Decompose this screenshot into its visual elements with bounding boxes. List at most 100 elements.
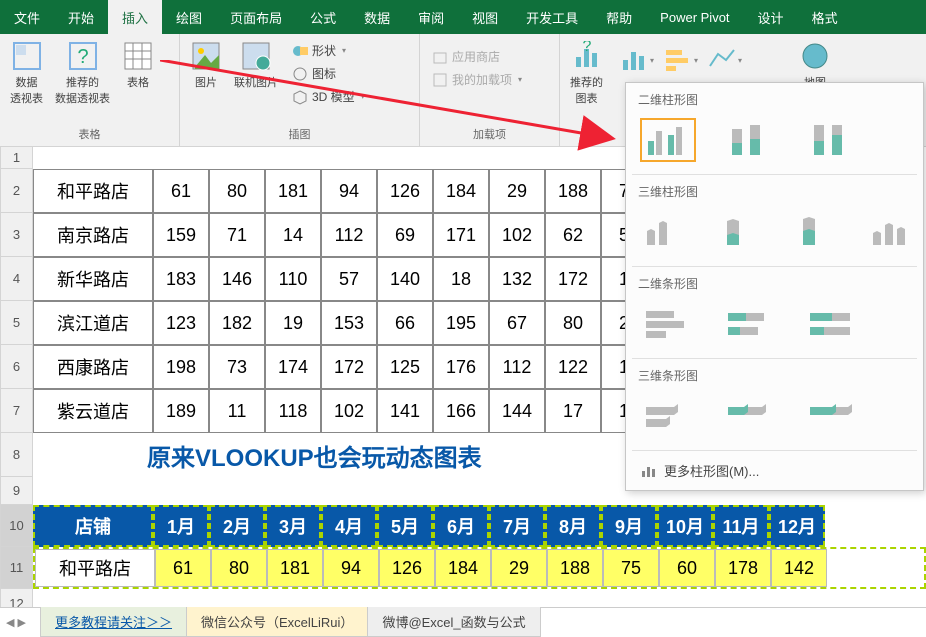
stacked100-column-3d[interactable] (792, 210, 842, 254)
month-header[interactable]: 3月 (265, 505, 321, 547)
tab-design[interactable]: 设计 (744, 0, 798, 34)
model3d-button[interactable]: 3D 模型▾ (290, 86, 367, 107)
month-header[interactable]: 8月 (545, 505, 601, 547)
row-header[interactable]: 5 (0, 301, 33, 345)
month-header[interactable]: 4月 (321, 505, 377, 547)
myaddins-button[interactable]: 我的加载项▾ (430, 69, 524, 90)
data-cell[interactable]: 61 (153, 169, 209, 213)
yellow-cell[interactable]: 61 (155, 549, 211, 587)
column-3d[interactable] (868, 210, 918, 254)
data-cell[interactable]: 67 (489, 301, 545, 345)
data-cell[interactable]: 176 (433, 345, 489, 389)
data-cell[interactable]: 126 (377, 169, 433, 213)
row-header[interactable]: 7 (0, 389, 33, 433)
data-cell[interactable]: 184 (433, 169, 489, 213)
data-cell[interactable]: 118 (265, 389, 321, 433)
tab-file[interactable]: 文件 (0, 0, 54, 34)
data-cell[interactable]: 172 (321, 345, 377, 389)
data-cell[interactable]: 159 (153, 213, 209, 257)
tab-insert[interactable]: 插入 (108, 0, 162, 34)
yellow-cell[interactable]: 181 (267, 549, 323, 587)
data-cell[interactable]: 112 (489, 345, 545, 389)
sheet-tab-2[interactable]: 微信公众号（ExcelLiRui） (186, 607, 368, 637)
data-cell[interactable]: 144 (489, 389, 545, 433)
tab-draw[interactable]: 绘图 (162, 0, 216, 34)
stacked-bar-3d[interactable] (722, 394, 778, 438)
yellow-cell[interactable]: 184 (435, 549, 491, 587)
data-cell[interactable]: 125 (377, 345, 433, 389)
row-header[interactable]: 8 (0, 433, 33, 477)
clustered-bar-2d[interactable] (640, 302, 696, 346)
yellow-cell[interactable]: 142 (771, 549, 827, 587)
table-button[interactable]: 表格 (118, 38, 158, 92)
data-cell[interactable]: 57 (321, 257, 377, 301)
row-header[interactable]: 9 (0, 477, 33, 505)
row-header[interactable]: 4 (0, 257, 33, 301)
month-header[interactable]: 10月 (657, 505, 713, 547)
data-cell[interactable]: 188 (545, 169, 601, 213)
tab-layout[interactable]: 页面布局 (216, 0, 296, 34)
month-header[interactable]: 5月 (377, 505, 433, 547)
chart-bar-btn[interactable]: ▾ (663, 42, 699, 78)
data-cell[interactable]: 17 (545, 389, 601, 433)
data-cell[interactable]: 122 (545, 345, 601, 389)
data-cell[interactable]: 14 (265, 213, 321, 257)
rec-chart-button[interactable]: ? 推荐的 图表 (566, 38, 607, 108)
sheet-tab-3[interactable]: 微博@Excel_函数与公式 (367, 607, 540, 637)
rec-pivot-button[interactable]: ? 推荐的 数据透视表 (51, 38, 114, 108)
yellow-cell[interactable]: 188 (547, 549, 603, 587)
tab-view[interactable]: 视图 (458, 0, 512, 34)
data-cell[interactable]: 18 (433, 257, 489, 301)
store-name-cell[interactable]: 西康路店 (33, 345, 153, 389)
more-column-charts[interactable]: 更多柱形图(M)... (626, 451, 923, 490)
data-cell[interactable]: 62 (545, 213, 601, 257)
tab-home[interactable]: 开始 (54, 0, 108, 34)
store-name-cell[interactable]: 紫云道店 (33, 389, 153, 433)
selection-header-row[interactable]: 店铺1月2月3月4月5月6月7月8月9月10月11月12月 (33, 505, 926, 547)
yellow-cell[interactable]: 94 (323, 549, 379, 587)
clustered-column-3d[interactable] (640, 210, 690, 254)
hdr2-first[interactable]: 店铺 (33, 505, 153, 547)
data-cell[interactable]: 11 (209, 389, 265, 433)
data-cell[interactable]: 19 (265, 301, 321, 345)
data-cell[interactable]: 189 (153, 389, 209, 433)
data-cell[interactable]: 182 (209, 301, 265, 345)
chart-column-btn[interactable]: ▾ (619, 42, 655, 78)
row-header[interactable]: 10 (0, 505, 33, 547)
data-cell[interactable]: 198 (153, 345, 209, 389)
tab-nav[interactable]: ◀ ▶ (6, 616, 26, 629)
stacked-column-2d[interactable] (722, 118, 778, 162)
month-header[interactable]: 11月 (713, 505, 769, 547)
row-header[interactable]: 3 (0, 213, 33, 257)
clustered-bar-3d[interactable] (640, 394, 696, 438)
data-cell[interactable]: 195 (433, 301, 489, 345)
data-cell[interactable]: 146 (209, 257, 265, 301)
month-header[interactable]: 9月 (601, 505, 657, 547)
row-header[interactable]: 11 (0, 547, 33, 589)
row-header[interactable]: 1 (0, 147, 33, 169)
pivot-table-button[interactable]: 数据 透视表 (6, 38, 47, 108)
stacked-column-3d[interactable] (716, 210, 766, 254)
data-cell[interactable]: 123 (153, 301, 209, 345)
tab-powerpivot[interactable]: Power Pivot (646, 0, 743, 34)
store-button[interactable]: 应用商店 (430, 46, 524, 67)
yellow-cell[interactable]: 60 (659, 549, 715, 587)
data-cell[interactable]: 29 (489, 169, 545, 213)
data-cell[interactable]: 172 (545, 257, 601, 301)
data-cell[interactable]: 110 (265, 257, 321, 301)
data-cell[interactable]: 66 (377, 301, 433, 345)
yellow-cell[interactable]: 29 (491, 549, 547, 587)
chart-line-btn[interactable]: ▾ (707, 42, 743, 78)
yellow-cell[interactable]: 126 (379, 549, 435, 587)
row-header[interactable]: 2 (0, 169, 33, 213)
stacked-bar-2d[interactable] (722, 302, 778, 346)
tab-data[interactable]: 数据 (350, 0, 404, 34)
data-cell[interactable]: 112 (321, 213, 377, 257)
tab-format[interactable]: 格式 (798, 0, 852, 34)
data-cell[interactable]: 132 (489, 257, 545, 301)
tab-formula[interactable]: 公式 (296, 0, 350, 34)
data-cell[interactable]: 71 (209, 213, 265, 257)
store-name-cell[interactable]: 滨江道店 (33, 301, 153, 345)
yellow-cell[interactable]: 75 (603, 549, 659, 587)
yellow-cell[interactable]: 80 (211, 549, 267, 587)
